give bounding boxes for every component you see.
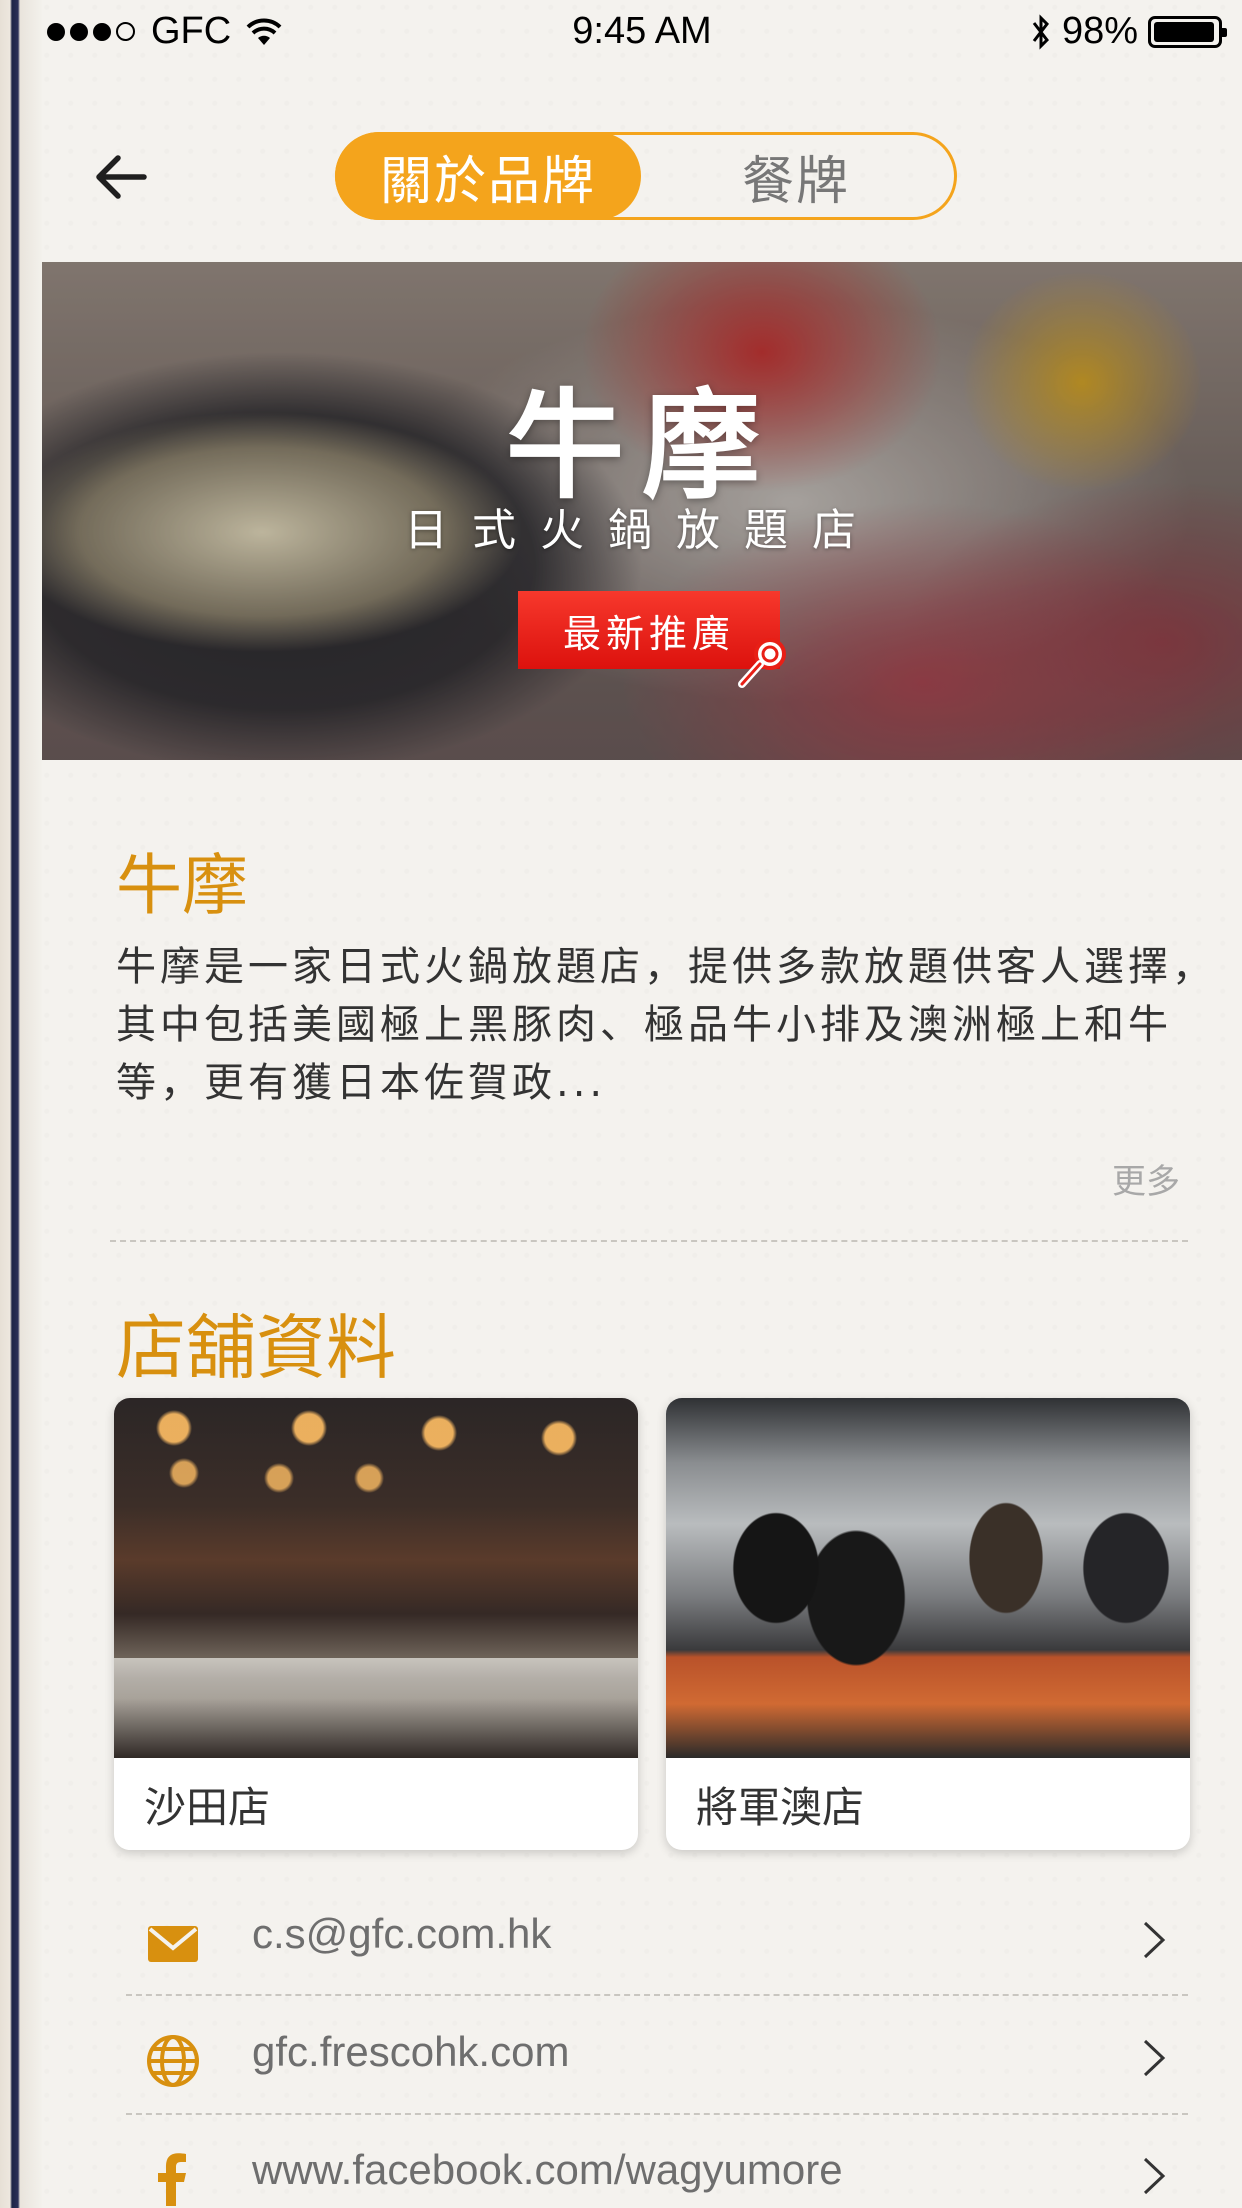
store-photo xyxy=(666,1398,1190,1758)
row-divider xyxy=(126,1994,1188,1996)
more-link[interactable]: 更多 xyxy=(1112,1154,1180,1203)
tab-menu[interactable]: 餐牌 xyxy=(638,135,954,217)
hero-banner: 牛摩 日式火鍋放題店 最新推廣 xyxy=(42,262,1242,760)
page: GFC 9:45 AM 98% 關於品牌 餐牌 牛摩 日式火鍋放題店 最新推廣 … xyxy=(42,0,1242,2208)
chevron-right-icon xyxy=(1143,1921,1166,1959)
left-edge-decoration xyxy=(0,0,42,2208)
bluetooth-icon xyxy=(1032,13,1049,50)
battery-percent: 98% xyxy=(1061,10,1138,52)
brand-description: 牛摩是一家日式火鍋放題店，提供多款放題供客人選擇，其中包括美國極上黑豚肉、極品牛… xyxy=(116,944,1216,1106)
chevron-right-icon xyxy=(1143,2039,1166,2077)
tab-brand[interactable]: 關於品牌 xyxy=(335,132,641,220)
arrow-left-icon[interactable] xyxy=(92,152,148,202)
contact-email: c.s@gfc.com.hk xyxy=(252,1910,552,1957)
store-name: 將軍澳店 xyxy=(696,1783,865,1832)
store-photo xyxy=(114,1398,638,1758)
contact-row-facebook[interactable]: www.facebook.com/wagyumore xyxy=(128,2124,1208,2208)
battery-icon xyxy=(1148,15,1227,48)
facebook-icon xyxy=(158,2153,186,2206)
stores-heading: 店舖資料 xyxy=(116,1307,396,1389)
contact-row-email[interactable]: c.s@gfc.com.hk xyxy=(128,1888,1208,1988)
row-divider xyxy=(126,2113,1188,2115)
store-card-tko[interactable]: 將軍澳店 xyxy=(666,1398,1190,1850)
contact-website: gfc.frescohk.com xyxy=(252,2028,570,2075)
segment-control: 關於品牌 餐牌 xyxy=(335,132,957,220)
store-name: 沙田店 xyxy=(144,1783,271,1832)
chevron-right-icon xyxy=(1143,2157,1166,2195)
magnifier-icon xyxy=(738,638,786,688)
store-card-shatin[interactable]: 沙田店 xyxy=(114,1398,638,1850)
status-bar: GFC 9:45 AM 98% xyxy=(42,0,1242,66)
globe-icon xyxy=(147,2035,199,2087)
section-divider xyxy=(110,1240,1188,1242)
contact-facebook: www.facebook.com/wagyumore xyxy=(252,2146,843,2193)
contact-row-website[interactable]: gfc.frescohk.com xyxy=(128,2006,1208,2106)
status-right: 98% xyxy=(1030,10,1227,53)
brand-heading: 牛摩 xyxy=(116,847,248,924)
store-carousel[interactable]: 沙田店 將軍澳店 xyxy=(114,1398,1242,1850)
mail-icon xyxy=(148,1926,198,1962)
hero-subtitle: 日式火鍋放題店 xyxy=(404,505,880,556)
